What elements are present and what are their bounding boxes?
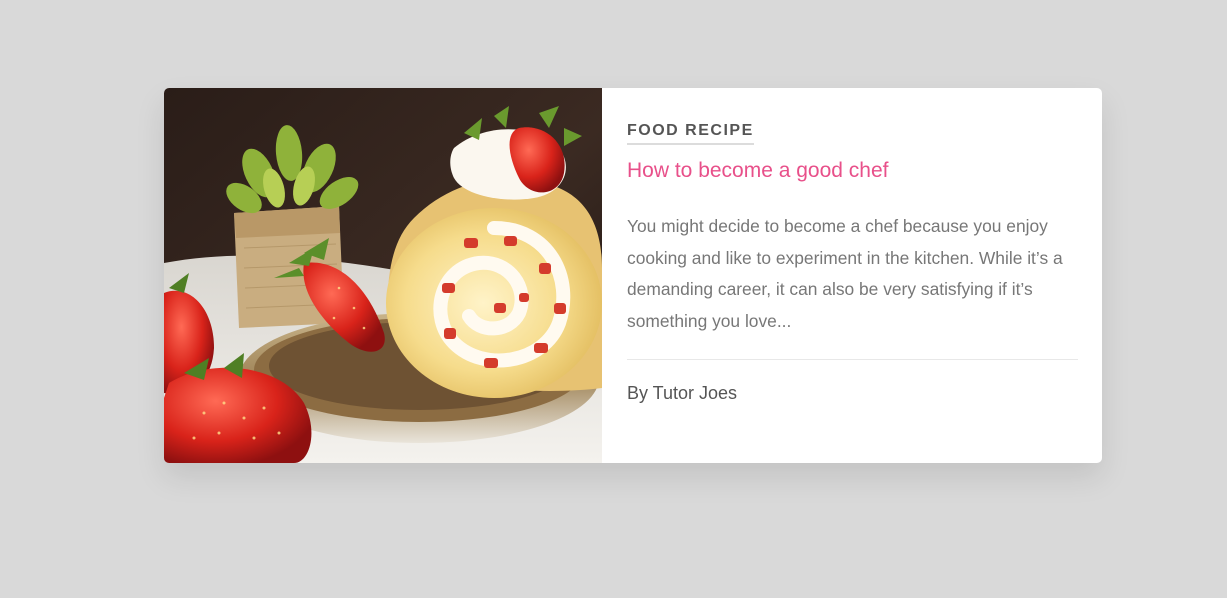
recipe-card[interactable]: FOOD RECIPE How to become a good chef Yo… (164, 88, 1102, 463)
divider (627, 359, 1078, 360)
post-excerpt: You might decide to become a chef becaus… (627, 216, 1063, 331)
card-content: FOOD RECIPE How to become a good chef Yo… (602, 88, 1102, 463)
recipe-photo (164, 88, 602, 463)
author-byline: By Tutor Joes (627, 383, 738, 403)
post-title[interactable]: How to become a good chef (627, 157, 889, 185)
category-label[interactable]: FOOD RECIPE (627, 121, 754, 145)
